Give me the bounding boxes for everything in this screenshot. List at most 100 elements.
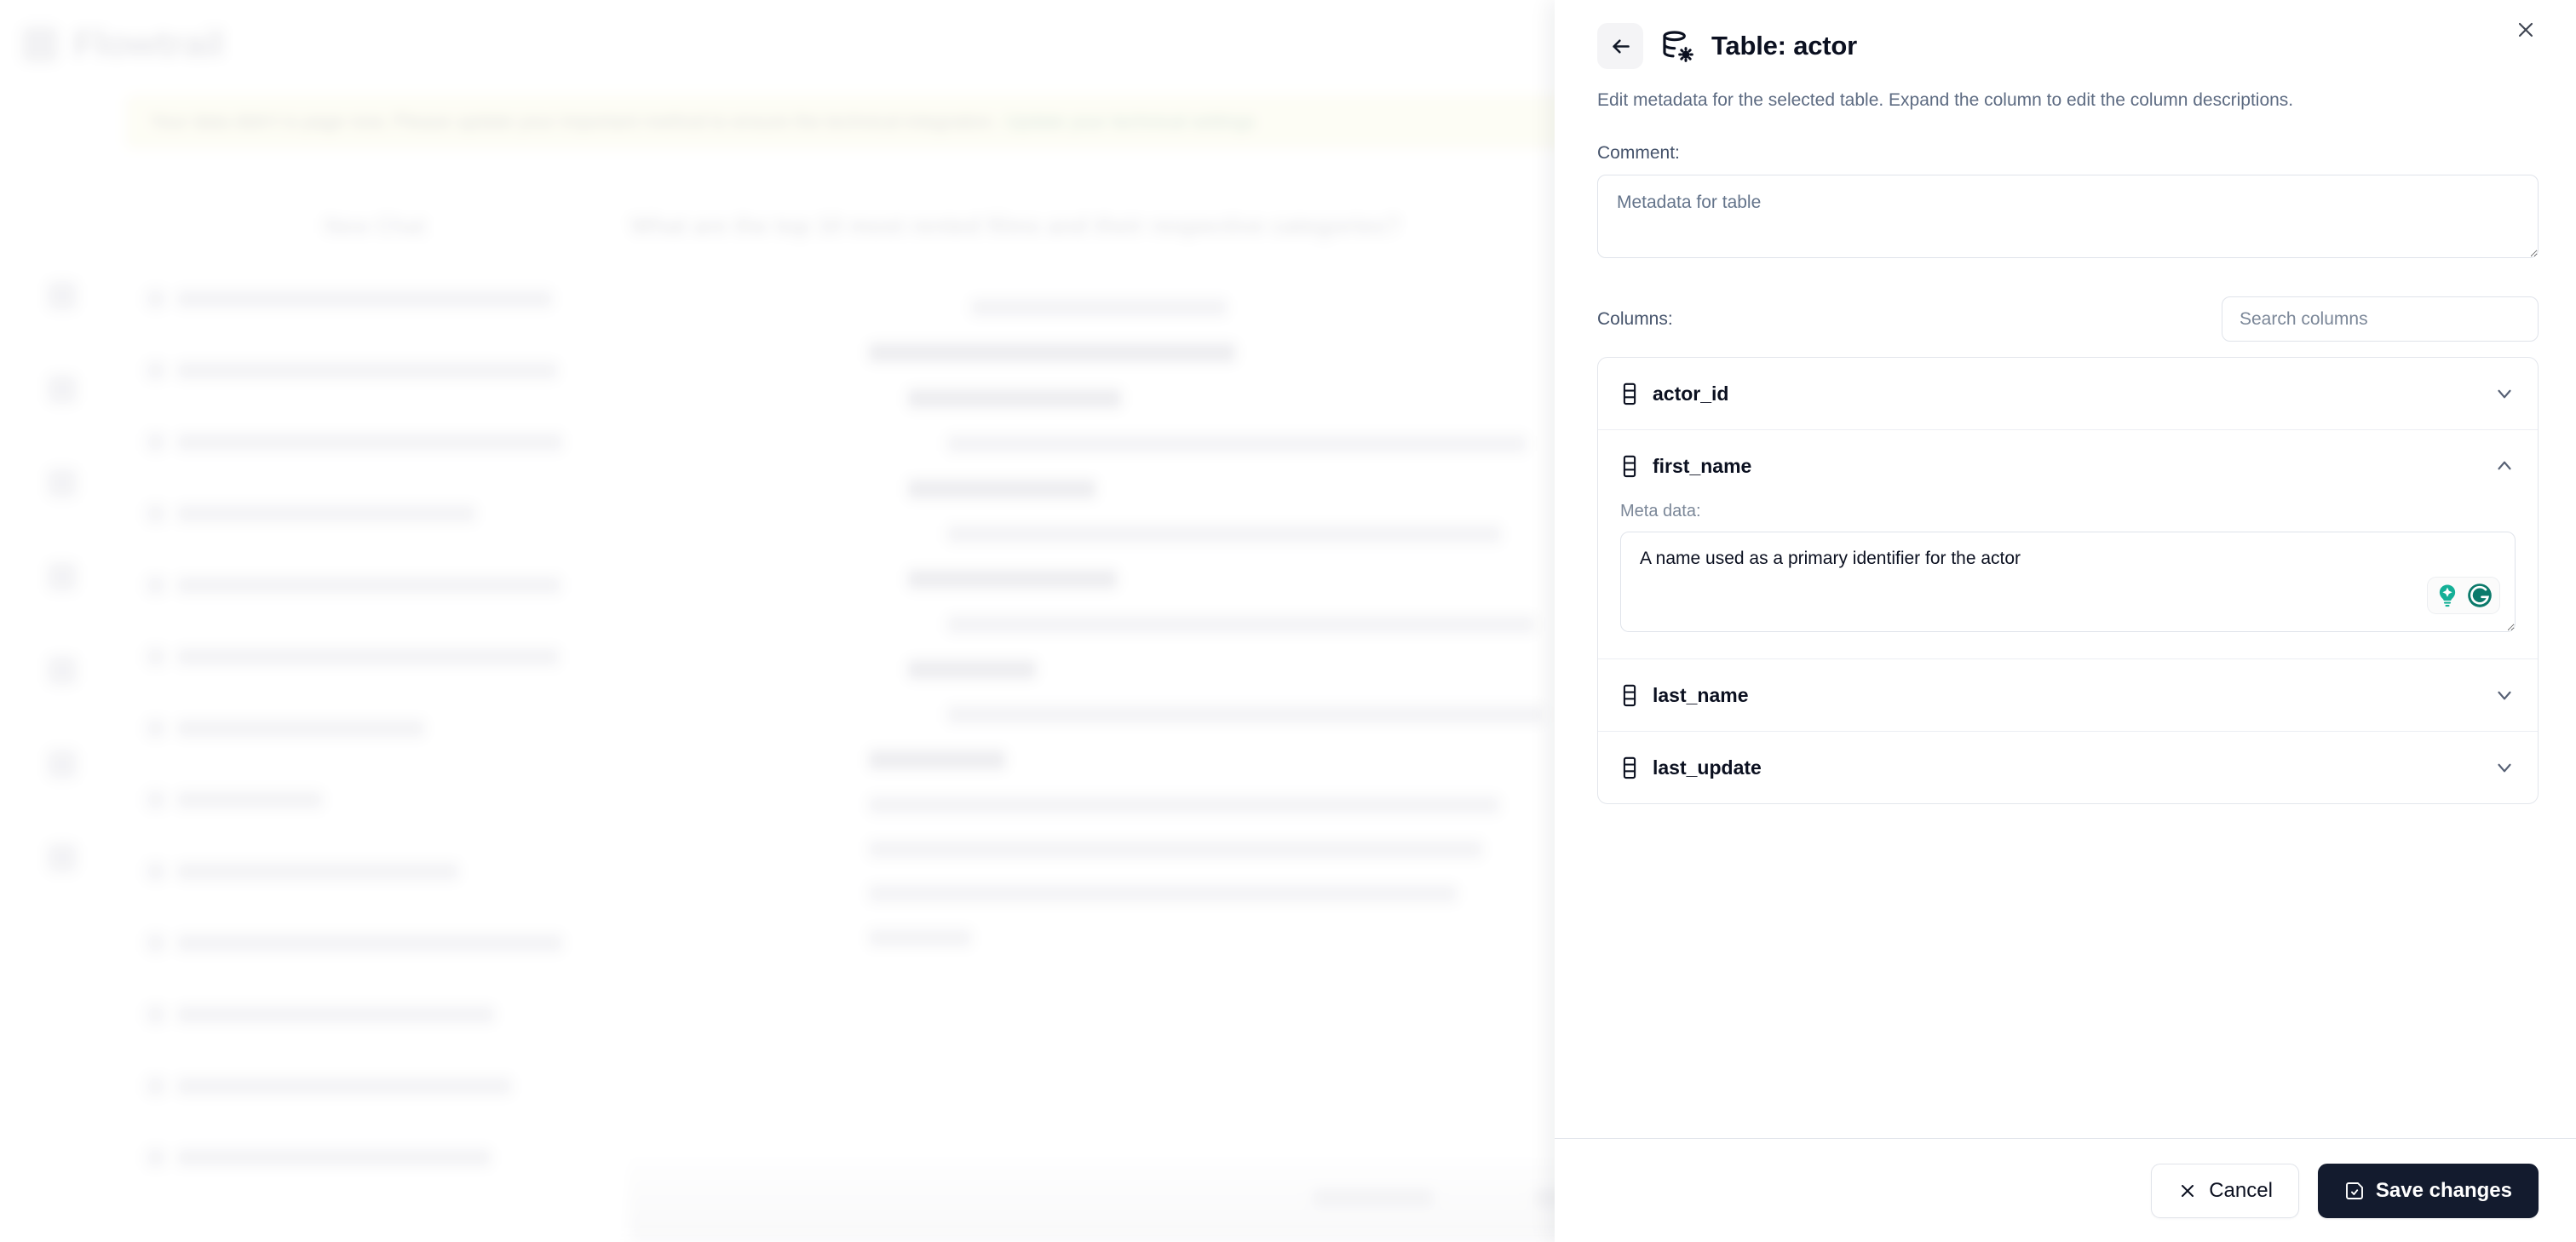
chat-item-icon [147, 1005, 165, 1024]
column-item-last-update: last_update [1598, 731, 2538, 803]
chat-item-label [177, 648, 559, 665]
save-changes-button[interactable]: Save changes [2317, 1163, 2539, 1218]
table-metadata-panel: Table: actor Edit metadata for the selec… [1555, 0, 2576, 1242]
chat-list-item [147, 928, 603, 958]
rail-icon-settings [48, 843, 77, 872]
lightbulb-sparkle-icon[interactable] [2433, 581, 2462, 610]
panel-header: Table: actor Edit metadata for the selec… [1555, 0, 2576, 112]
cancel-button-label: Cancel [2209, 1178, 2273, 1202]
columns-toolbar: Columns: [1597, 296, 2539, 342]
chat-item-label [177, 362, 557, 379]
answer-line [908, 389, 1121, 408]
meta-data-textarea[interactable] [1620, 532, 2516, 633]
chat-list-item [147, 427, 603, 457]
chat-list-item [147, 785, 603, 815]
chat-item-label [177, 505, 475, 522]
chat-item-icon [147, 862, 165, 881]
rail-icon-database [48, 656, 77, 685]
chat-item-label [177, 863, 458, 880]
panel-body: Comment: Columns: actor_id [1555, 112, 2576, 1138]
page-title: Table: actor [1711, 31, 1858, 60]
bottom-chip [1314, 1189, 1433, 1206]
rail-icon-search [48, 469, 77, 497]
answer-line [869, 796, 1499, 814]
answer-line [869, 343, 1235, 362]
column-item-first-name: first_name Meta data: [1598, 429, 2538, 658]
column-header[interactable]: last_update [1598, 732, 2538, 803]
column-name: actor_id [1653, 382, 1729, 405]
chat-list-item [147, 570, 603, 601]
chat-item-icon [147, 934, 165, 952]
chevron-down-icon[interactable] [2493, 684, 2516, 706]
rail-icon-tools [48, 375, 77, 404]
warning-banner-link: Update your technical settings [1004, 111, 1256, 132]
chat-item-label [177, 434, 562, 451]
chevron-down-icon[interactable] [2493, 382, 2516, 405]
grammarly-assistant-badge[interactable] [2427, 577, 2500, 615]
answer-line [947, 435, 1527, 452]
answer-line [869, 841, 1482, 858]
chevron-down-icon[interactable] [2493, 756, 2516, 779]
chat-list-item [147, 713, 603, 744]
rail-icon-home [48, 281, 77, 310]
chat-item-label [177, 791, 322, 808]
answer-line [869, 750, 1005, 769]
chat-item-label [177, 1078, 511, 1095]
chat-item-icon [147, 1077, 165, 1095]
chat-list-item [147, 1142, 603, 1173]
app-logo-text: Flowtrail [73, 23, 224, 65]
chat-item-icon [147, 647, 165, 666]
chat-item-label [177, 1006, 494, 1023]
back-button[interactable] [1597, 23, 1643, 69]
save-check-icon [2345, 1182, 2363, 1199]
chat-history-panel: New Chat [136, 213, 613, 1191]
cancel-button[interactable]: Cancel [2151, 1163, 2299, 1218]
chat-item-icon [147, 433, 165, 451]
panel-subtitle: Edit metadata for the selected table. Ex… [1597, 90, 2294, 110]
column-item-actor-id: actor_id [1598, 358, 2538, 429]
search-columns-input[interactable] [2222, 296, 2539, 342]
chat-list-item [147, 355, 603, 386]
chat-list-item [147, 999, 603, 1030]
arrow-left-icon [1612, 38, 1630, 54]
answer-line [947, 526, 1501, 543]
comment-label: Comment: [1597, 143, 1680, 164]
answer-line [908, 570, 1117, 589]
column-header[interactable]: actor_id [1598, 358, 2538, 429]
comment-textarea[interactable] [1597, 175, 2539, 259]
columns-list: actor_id first_name Meta data: A name us… [1597, 357, 2539, 805]
chat-panel-title: New Chat [324, 213, 426, 239]
chat-item-icon [147, 791, 165, 809]
chevron-up-icon[interactable] [2493, 455, 2516, 477]
rail-icon-folder [48, 562, 77, 591]
left-rail [0, 281, 124, 872]
panel-footer: Cancel Save changes [1555, 1138, 2576, 1242]
chat-item-icon [147, 1148, 165, 1167]
chat-item-label [177, 1149, 491, 1166]
save-changes-button-label: Save changes [2375, 1178, 2512, 1202]
chat-item-icon [147, 361, 165, 380]
column-header[interactable]: last_name [1598, 659, 2538, 731]
columns-label: Columns: [1597, 308, 1673, 329]
chat-item-icon [147, 719, 165, 738]
column-name: last_update [1653, 756, 1762, 779]
answer-line [947, 706, 1544, 723]
answer-line [869, 885, 1457, 902]
column-header[interactable]: first_name [1598, 430, 2538, 502]
column-icon [1620, 756, 1639, 779]
chat-list-item [147, 1071, 603, 1101]
chat-item-label [177, 577, 561, 594]
chat-item-label [177, 290, 552, 308]
chat-list-item [147, 498, 603, 529]
column-icon [1620, 382, 1639, 405]
close-button[interactable] [2508, 12, 2544, 48]
chat-item-icon [147, 576, 165, 595]
warning-banner-text: Your data didn't is page now. Please upd… [150, 111, 998, 132]
answer-line [908, 660, 1036, 679]
panel-header-row: Table: actor [1597, 22, 2539, 70]
answer-chip [971, 299, 1227, 316]
app-logo-mark [22, 26, 58, 62]
rail-icon-cloud [48, 750, 77, 779]
grammarly-g-icon[interactable] [2465, 581, 2494, 610]
chat-list-item [147, 284, 603, 314]
